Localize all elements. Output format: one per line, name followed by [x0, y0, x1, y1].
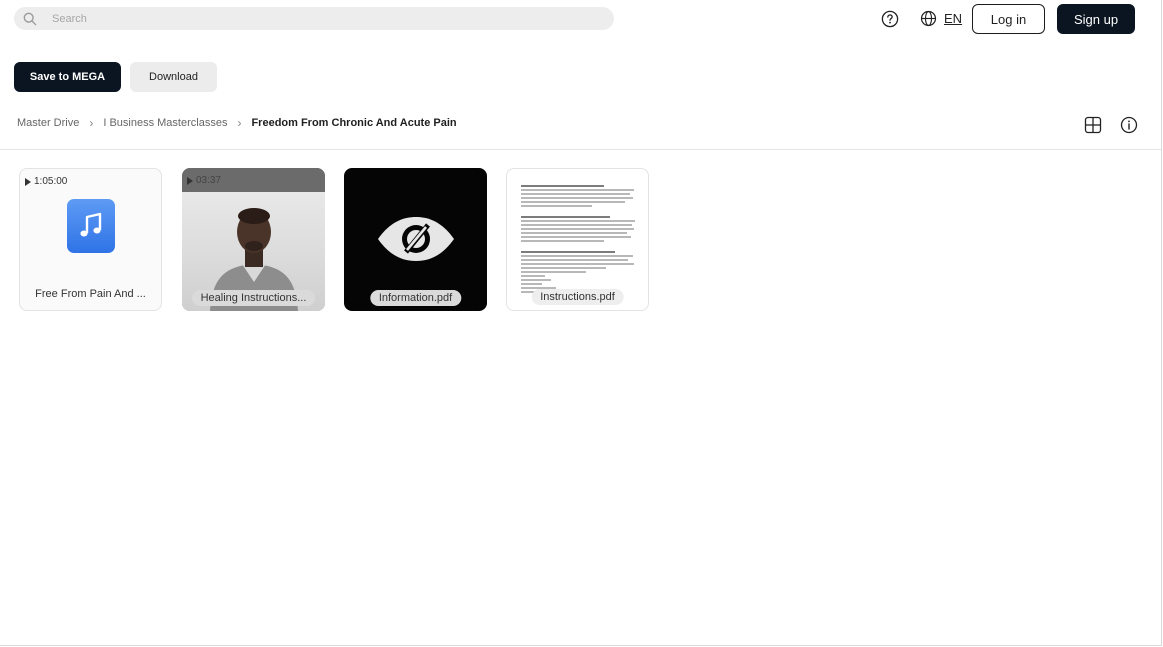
breadcrumb: Master Drive › I Business Masterclasses … [17, 116, 457, 130]
duration-badge: 1:05:00 [25, 176, 67, 187]
chevron-right-icon: › [237, 116, 242, 130]
breadcrumb-item-business-masterclasses[interactable]: I Business Masterclasses [103, 117, 227, 129]
file-name: Information.pdf [369, 290, 462, 306]
duration-badge: 03:37 [187, 175, 221, 186]
info-icon[interactable] [1120, 116, 1138, 134]
breadcrumb-item-master-drive[interactable]: Master Drive [17, 117, 79, 129]
file-card-audio[interactable]: 1:05:00 Free From Pain And ... [19, 168, 162, 311]
search-icon [23, 12, 37, 25]
language-label[interactable]: EN [944, 11, 962, 26]
file-name: Instructions.pdf [531, 289, 624, 305]
divider [0, 149, 1161, 150]
file-name: Healing Instructions... [191, 290, 316, 306]
search-bar[interactable] [14, 7, 614, 30]
file-card-video[interactable]: 03:37 Healing Instructions... [182, 168, 325, 311]
grid-view-icon[interactable] [1084, 116, 1102, 134]
breadcrumb-item-current-folder: Freedom From Chronic And Acute Pain [251, 117, 457, 129]
login-button[interactable]: Log in [972, 4, 1045, 34]
duration-text: 03:37 [196, 175, 222, 186]
music-note-icon [67, 199, 115, 253]
download-button[interactable]: Download [130, 62, 217, 92]
play-icon [25, 177, 31, 186]
save-to-mega-button[interactable]: Save to MEGA [14, 62, 121, 92]
globe-icon [920, 10, 937, 27]
duration-text: 1:05:00 [34, 176, 68, 187]
file-name: Free From Pain And ... [35, 288, 146, 300]
file-card-pdf[interactable]: Instructions.pdf [506, 168, 649, 311]
document-thumbnail [521, 183, 639, 295]
language-selector[interactable]: EN [920, 10, 962, 27]
eye-slash-icon [378, 217, 454, 261]
file-card-pdf[interactable]: Information.pdf [344, 168, 487, 311]
chevron-right-icon: › [89, 116, 94, 130]
app-frame: EN Log in Sign up Save to MEGA Download … [0, 0, 1162, 646]
search-input[interactable] [50, 11, 574, 26]
signup-button[interactable]: Sign up [1057, 4, 1135, 34]
play-icon [187, 176, 193, 185]
help-icon[interactable] [881, 10, 899, 28]
